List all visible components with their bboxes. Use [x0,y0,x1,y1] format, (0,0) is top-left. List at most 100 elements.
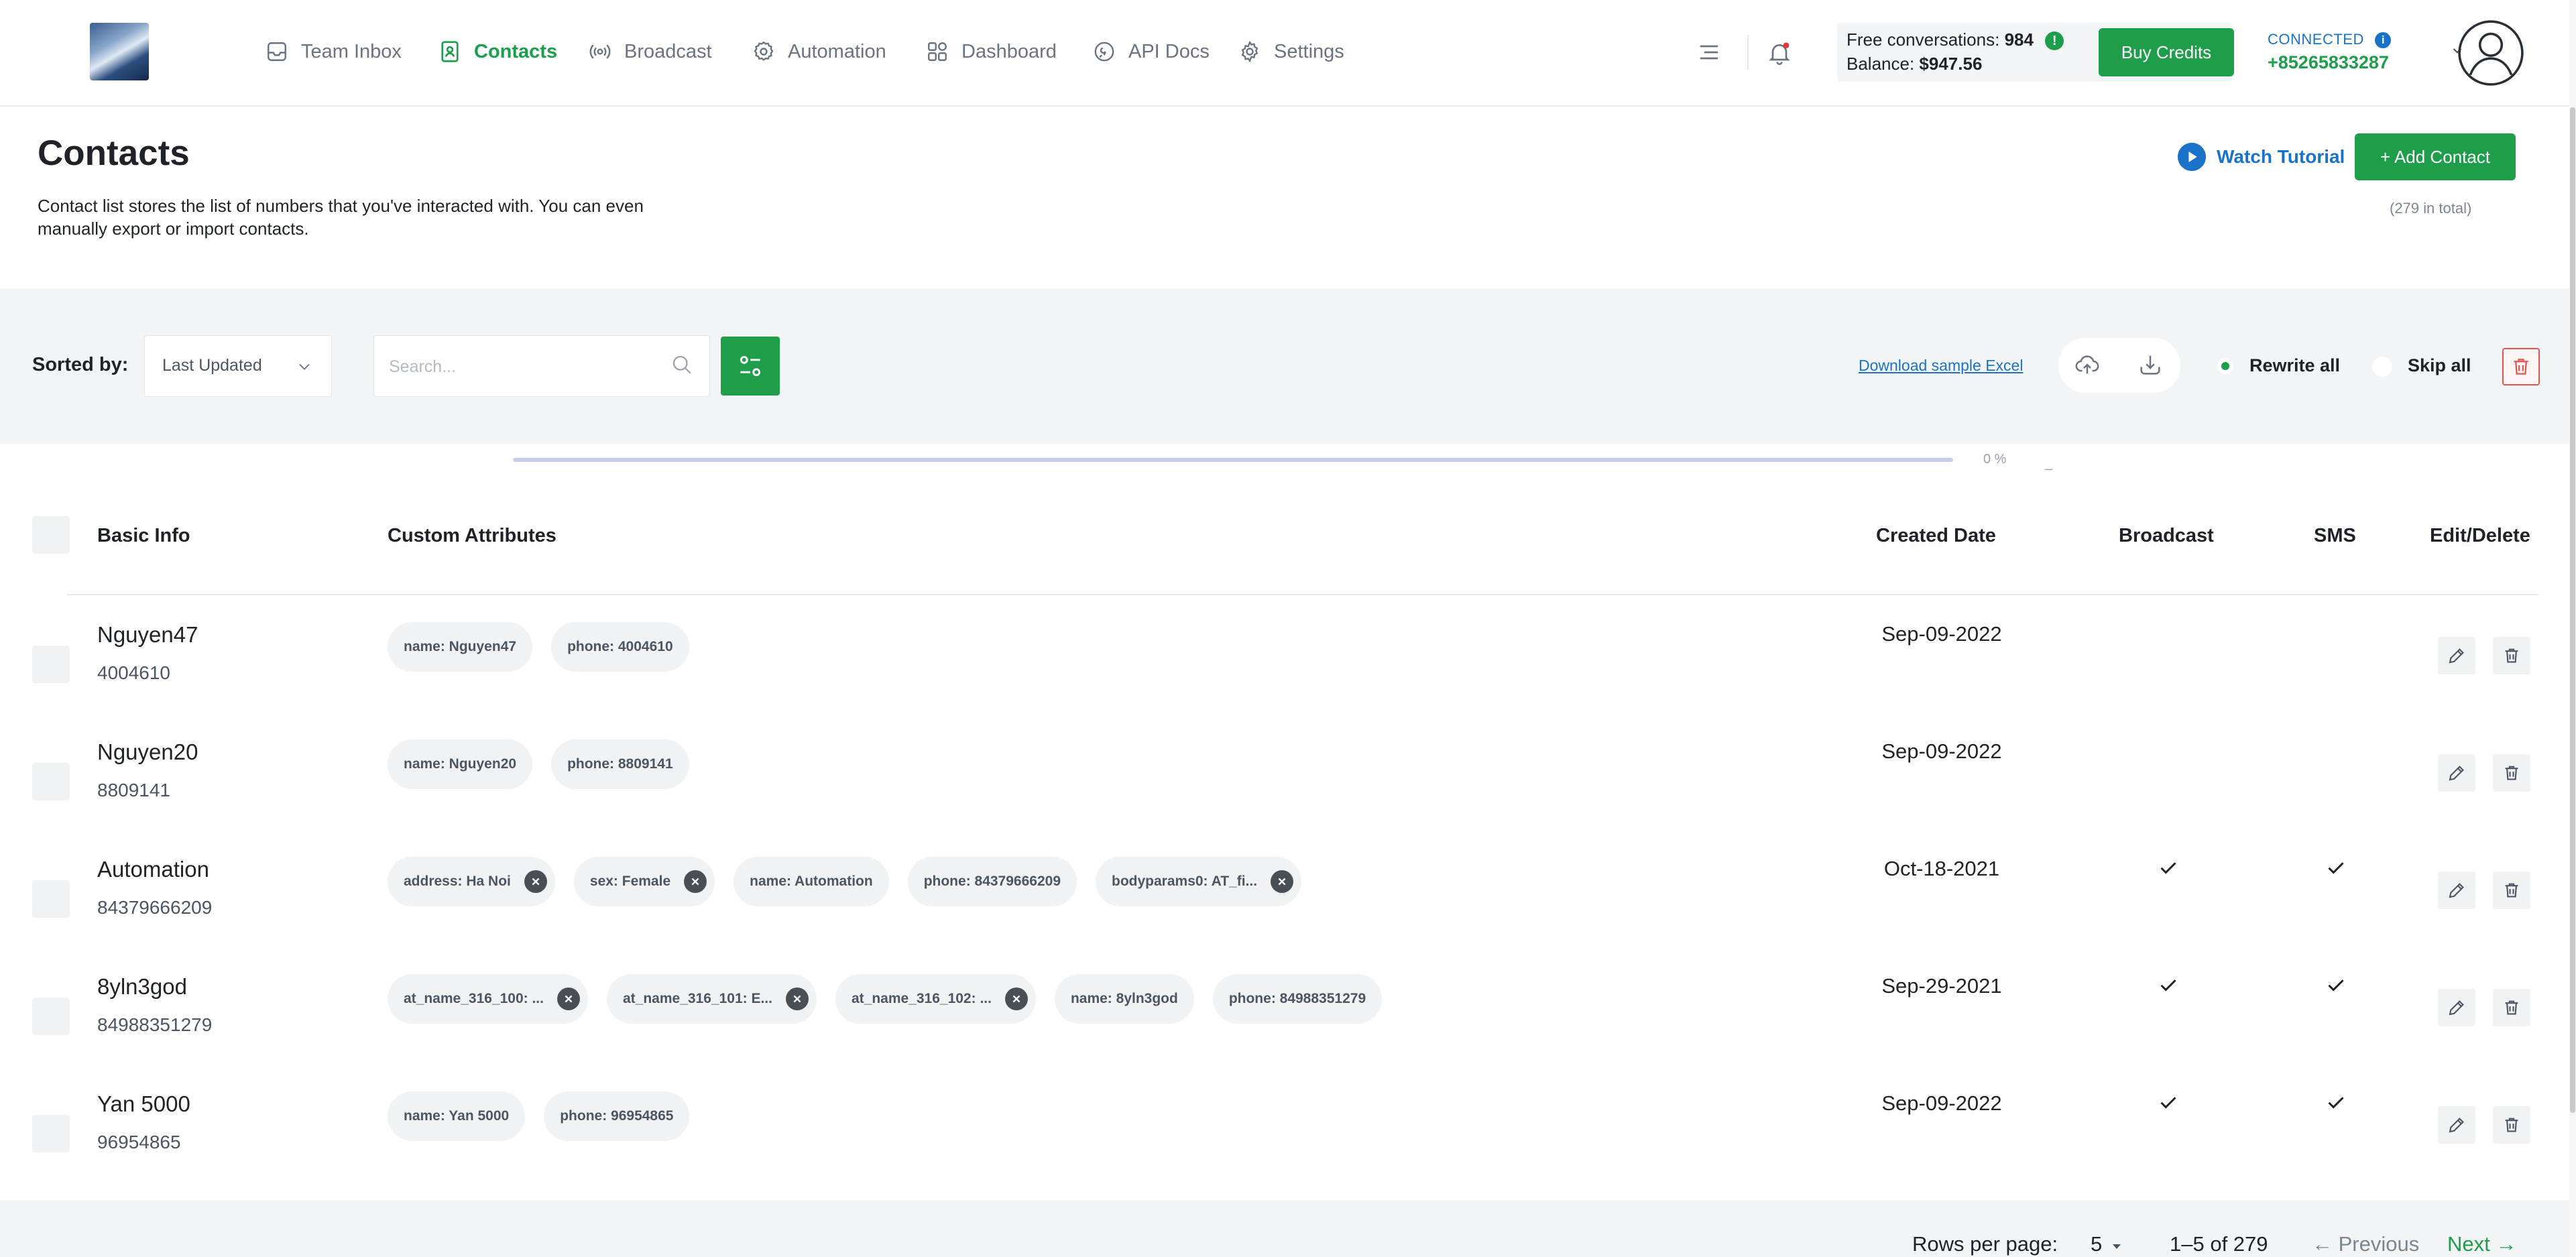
attribute-chip: at_name_316_101: E... [606,974,817,1024]
pencil-icon [2447,880,2467,900]
notification-bell-icon[interactable] [1766,39,1793,67]
custom-attributes: name: Yan 5000 phone: 96954865 [388,1091,690,1141]
nav-item-team-inbox[interactable]: Team Inbox [265,35,402,68]
sms-check-icon [2324,855,2348,880]
contact-name: Nguyen47 [97,622,198,647]
delete-contact-button[interactable] [2493,872,2530,909]
delete-contact-button[interactable] [2493,1106,2530,1144]
sort-label: Sorted by: [32,354,129,375]
attribute-chip-text: phone: 4004610 [567,639,673,654]
sort-select-value: Last Updated [162,356,262,375]
contacts-icon [438,40,462,64]
download-sample-excel-link[interactable]: Download sample Excel [1859,357,2023,375]
attribute-chip: phone: 8809141 [551,739,689,789]
contact-number: 8809141 [97,780,171,800]
created-date: Sep-29-2021 [1881,974,2002,998]
rows-per-page-select[interactable]: 5 [2091,1232,2102,1256]
skip-all-radio[interactable] [2372,357,2392,377]
column-header-broadcast: Broadcast [2119,525,2214,546]
api-docs-icon [1092,40,1116,64]
nav-label: API Docs [1128,40,1210,62]
next-page-button[interactable]: Next → [2447,1232,2516,1256]
contact-name: 8yln3god [97,974,187,999]
caret-down-icon[interactable] [2109,1242,2124,1252]
attribute-chip: phone: 84988351279 [1212,974,1383,1024]
row-checkbox[interactable] [32,646,70,683]
row-checkbox[interactable] [32,998,70,1035]
delete-contact-button[interactable] [2493,989,2530,1026]
add-contact-button[interactable]: + Add Contact [2355,133,2516,180]
table-row: Nguyen20 8809141 name: Nguyen20 phone: 8809… [0,721,2576,839]
buy-credits-button[interactable]: Buy Credits [2099,28,2234,76]
trash-icon [2510,355,2532,378]
row-checkbox[interactable] [32,880,70,918]
page-title: Contacts [38,133,190,173]
filter-button[interactable] [721,337,780,396]
watch-tutorial-link[interactable]: Watch Tutorial [2176,138,2345,176]
nav-item-dashboard[interactable]: Dashboard [925,35,1057,68]
remove-attribute-icon[interactable] [684,870,707,893]
divider [1747,35,1749,70]
attribute-chip-text: at_name_316_102: ... [851,991,992,1006]
broadcast-icon [588,40,612,64]
nav-label: Contacts [474,40,558,62]
edit-contact-button[interactable] [2438,1106,2475,1144]
remove-attribute-icon[interactable] [1271,870,1294,893]
pencil-icon [2447,646,2467,666]
remove-attribute-icon[interactable] [557,987,580,1010]
scrollbar-thumb[interactable] [2570,107,2575,1113]
created-date: Sep-09-2022 [1881,739,2002,763]
attribute-chip-text: at_name_316_101: E... [622,991,772,1006]
upload-cloud-icon[interactable] [2073,351,2101,378]
remove-attribute-icon[interactable] [1004,987,1028,1010]
import-progress-bar [513,458,1953,462]
rewrite-all-label[interactable]: Rewrite all [2249,355,2340,376]
edit-contact-button[interactable] [2438,872,2475,909]
brand-logo[interactable] [90,23,149,80]
previous-page-button[interactable]: ← Previous [2312,1232,2419,1256]
row-checkbox[interactable] [32,1115,70,1152]
created-date: Sep-09-2022 [1881,1091,2002,1115]
edit-contact-button[interactable] [2438,637,2475,674]
free-conversations-value: 984 [2004,29,2034,50]
row-checkbox[interactable] [32,763,70,800]
contact-name: Automation [97,857,209,882]
user-avatar[interactable] [2457,19,2525,87]
trash-icon [2502,763,2522,783]
skip-all-label[interactable]: Skip all [2408,355,2471,376]
contact-number: 4004610 [97,662,171,683]
trash-icon [2502,998,2522,1018]
attribute-chip: at_name_316_100: ... [388,974,588,1024]
nav-item-contacts[interactable]: Contacts [438,35,557,68]
free-conversations: Free conversations: 984 ! [1847,29,2064,51]
trash-icon [2502,880,2522,900]
remove-attribute-icon[interactable] [785,987,809,1010]
attribute-chip: sex: Female [573,857,715,906]
select-all-checkbox[interactable] [32,516,70,554]
search-icon[interactable] [670,353,694,377]
attribute-chip-text: phone: 8809141 [567,756,673,772]
edit-contact-button[interactable] [2438,754,2475,792]
delete-contact-button[interactable] [2493,637,2530,674]
pencil-icon [2447,998,2467,1018]
menu-lines-icon[interactable] [1696,40,1722,64]
attribute-chip-text: phone: 84379666209 [923,874,1061,889]
nav-item-automation[interactable]: Automation [752,35,886,68]
bulk-delete-button[interactable] [2502,348,2540,385]
nav-item-api-docs[interactable]: API Docs [1092,35,1210,68]
remove-attribute-icon[interactable] [524,870,547,893]
info-badge-icon[interactable]: ! [2045,32,2064,51]
nav-item-broadcast[interactable]: Broadcast [588,35,712,68]
attribute-chip: address: Ha Noi [388,857,555,906]
info-icon[interactable]: i [2375,32,2392,49]
delete-contact-button[interactable] [2493,754,2530,792]
edit-contact-button[interactable] [2438,989,2475,1026]
balance-value: $947.56 [1919,54,1983,74]
column-header-basic-info: Basic Info [97,525,190,546]
nav-item-settings[interactable]: Settings [1238,35,1344,68]
attribute-chip: bodyparams0: AT_fi... [1096,857,1302,906]
attribute-chip-text: bodyparams0: AT_fi... [1112,874,1258,889]
table-header-divider [67,594,2538,595]
rewrite-all-radio[interactable] [2217,358,2233,374]
download-icon[interactable] [2136,351,2164,378]
